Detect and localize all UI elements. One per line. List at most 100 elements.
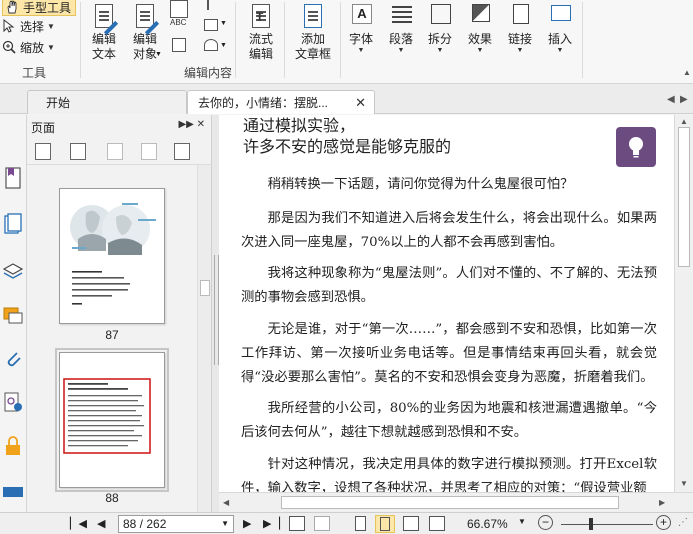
hand-icon xyxy=(5,0,19,14)
paragraph: 无论是谁，对于“第一次……”，都会感到不安和恐惧，比如第一次工作拜访、第一次接听… xyxy=(241,322,657,385)
close-icon[interactable]: ✕ xyxy=(355,95,366,111)
page-thumbnail-selected[interactable] xyxy=(55,348,169,492)
paragraph-button[interactable]: 段落 ▼ xyxy=(385,0,417,55)
zoom-slider-handle[interactable] xyxy=(589,518,593,530)
font-label: 字体 xyxy=(348,32,373,46)
pages-panel-icon[interactable] xyxy=(3,213,23,235)
insert-button[interactable]: 插入 ▼ xyxy=(544,0,576,55)
font-button[interactable]: A 字体 ▼ xyxy=(345,0,377,55)
panel-splitter[interactable] xyxy=(212,115,219,512)
page-number-label: 88 xyxy=(105,491,119,505)
tab-scroll-left-icon[interactable]: ◀ xyxy=(667,94,675,105)
insert-label: 插入 xyxy=(547,32,572,46)
chevron-down-icon[interactable]: ▼ xyxy=(47,22,55,31)
facing-view-icon[interactable] xyxy=(403,516,419,531)
insert-page-icon[interactable] xyxy=(141,143,157,160)
effect-button[interactable]: 效果 ▼ xyxy=(464,0,496,55)
status-bar: ▏◀ ◀ 88 / 262 ▼ ▶ ▶▕ 66.67% ▼ − + ⋰ xyxy=(0,512,693,534)
tools-group-label: 工具 xyxy=(22,66,47,80)
link-button[interactable]: 链接 ▼ xyxy=(504,0,536,55)
paragraph: 那是因为我们不知道进入后将会发生什么，将会出现什么。如果两次进入同一座鬼屋，70… xyxy=(241,211,657,250)
chevron-down-icon[interactable]: ▼ xyxy=(47,43,55,52)
previous-page-icon[interactable]: ◀ xyxy=(97,517,105,530)
ribbon-divider xyxy=(80,2,81,78)
chevron-down-icon[interactable]: ▼ xyxy=(220,20,227,27)
document-horizontal-scrollbar[interactable]: ◀ ▶ xyxy=(219,492,693,512)
collapse-ribbon-icon[interactable]: ▲ xyxy=(683,68,691,77)
comments-icon[interactable] xyxy=(3,305,23,327)
add-textbox-label: 添加 文章框 xyxy=(294,32,331,61)
zoom-out-page-icon[interactable] xyxy=(70,143,86,160)
continuous-view-icon[interactable] xyxy=(375,515,395,533)
panel-collapse-controls[interactable]: ▶▶ ✕ xyxy=(178,119,205,130)
pointer-icon[interactable] xyxy=(207,0,209,10)
zoom-slider-track[interactable] xyxy=(561,524,653,525)
chevron-down-icon[interactable]: ▼ xyxy=(220,42,227,49)
chevron-down-icon[interactable]: ▼ xyxy=(155,51,162,58)
next-page-icon[interactable]: ▶ xyxy=(243,517,251,530)
panel-extra-icon[interactable] xyxy=(3,487,23,497)
bookmark-icon[interactable] xyxy=(3,167,23,189)
tab-scroll-right-icon[interactable]: ▶ xyxy=(680,94,688,105)
scroll-down-icon[interactable]: ▼ xyxy=(680,479,688,488)
edit-text-small-icon[interactable] xyxy=(170,0,188,18)
page-number-label: 87 xyxy=(105,328,119,342)
zoom-level[interactable]: 66.67% xyxy=(467,517,508,531)
layers-icon[interactable] xyxy=(2,259,24,281)
link-label: 链接 xyxy=(507,32,532,46)
page-thumbnail[interactable] xyxy=(59,188,165,324)
resize-grip-icon[interactable]: ⋰ xyxy=(678,517,688,528)
zoom-in-icon[interactable]: + xyxy=(656,515,671,530)
signature-icon[interactable] xyxy=(3,391,23,413)
hand-tool-button[interactable]: 手型工具 xyxy=(2,0,77,16)
edit-text-icon xyxy=(89,2,119,36)
link-icon xyxy=(505,2,535,32)
document-scroll-thumb[interactable] xyxy=(678,127,690,267)
add-textbox-button[interactable]: 添加 文章框 xyxy=(292,0,334,62)
pages-panel-scrollbar[interactable] xyxy=(197,165,211,512)
scroll-left-icon[interactable]: ◀ xyxy=(223,498,229,507)
flow-edit-button[interactable]: T 流式 编辑 xyxy=(244,0,278,62)
pages-panel-title: 页面 xyxy=(31,121,56,135)
split-button[interactable]: 拆分 ▼ xyxy=(424,0,456,55)
chevron-down-icon: ▼ xyxy=(556,47,564,54)
abc-spell-icon[interactable]: ABC xyxy=(170,18,186,27)
cursor-icon xyxy=(2,18,16,33)
first-page-icon[interactable]: ▏◀ xyxy=(70,517,87,530)
image-icon[interactable] xyxy=(204,19,218,31)
scroll-up-icon[interactable]: ▲ xyxy=(680,117,688,126)
attachment-icon[interactable] xyxy=(3,348,23,370)
scroll-right-icon[interactable]: ▶ xyxy=(659,498,665,507)
flow-edit-label: 流式 编辑 xyxy=(248,32,273,61)
zoom-tool-button[interactable]: 缩放 ▼ xyxy=(2,38,55,56)
horizontal-scroll-thumb[interactable] xyxy=(281,496,619,509)
insert-icon xyxy=(545,2,575,32)
lightbulb-icon xyxy=(616,127,656,167)
edit-text-button[interactable]: 编辑 文本 xyxy=(87,0,121,62)
paragraph-icon xyxy=(386,2,416,32)
select-tool-label: 选择 xyxy=(20,19,45,34)
tab-start[interactable]: 开始 xyxy=(27,90,187,114)
previous-view-icon[interactable] xyxy=(289,516,305,531)
lock-icon[interactable] xyxy=(3,435,23,457)
document-vertical-scrollbar[interactable]: ▲ ▼ xyxy=(674,115,693,512)
extract-page-icon[interactable] xyxy=(107,143,123,160)
chevron-down-icon[interactable]: ▼ xyxy=(221,516,229,532)
page-number-input[interactable]: 88 / 262 ▼ xyxy=(118,515,234,533)
zoom-page-icon[interactable] xyxy=(35,143,51,160)
zoom-out-icon[interactable]: − xyxy=(538,515,553,530)
add-page-icon[interactable] xyxy=(174,143,190,160)
chevron-down-icon[interactable]: ▼ xyxy=(518,517,526,526)
next-view-icon[interactable] xyxy=(314,516,330,531)
paragraph: 我将这种现象称为“鬼屋法则”。人们对不懂的、不了解的、无法预测的事物会感到恐惧。 xyxy=(241,266,657,305)
ribbon-divider xyxy=(284,2,285,78)
pages-panel-scroll-thumb[interactable] xyxy=(200,280,210,296)
tab-document[interactable]: 去你的，小情绪：摆脱... ✕ xyxy=(187,90,375,114)
replace-icon[interactable] xyxy=(172,38,186,52)
single-page-view-icon[interactable] xyxy=(355,516,366,531)
edit-object-label: 编辑 对象 xyxy=(132,32,157,61)
continuous-facing-view-icon[interactable] xyxy=(429,516,445,531)
shape-icon[interactable] xyxy=(204,39,218,51)
last-page-icon[interactable]: ▶▕ xyxy=(263,517,280,530)
select-tool-button[interactable]: 选择 ▼ xyxy=(2,17,55,35)
